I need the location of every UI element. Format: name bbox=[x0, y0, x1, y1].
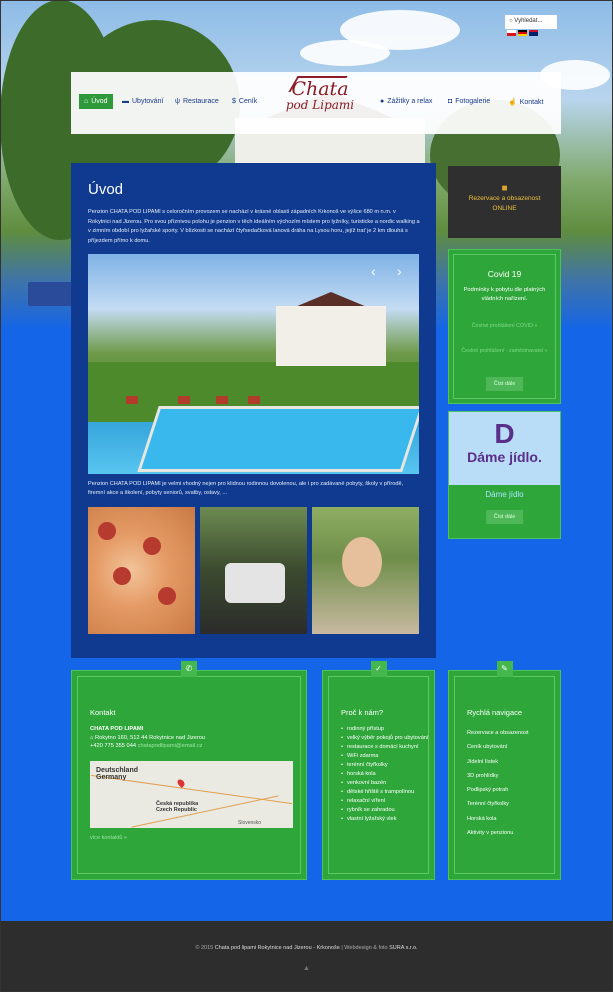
contact-box: ✆ Kontakt CHATA POD LIPAMI ⌂ Rokytno 160… bbox=[71, 661, 307, 880]
quick-link[interactable]: Horská kola bbox=[467, 812, 529, 826]
covid-employer-link[interactable]: Čestné prohlášení - zaměstnavatel » bbox=[459, 347, 550, 355]
quick-navigation-title: Rychlá navigace bbox=[467, 708, 523, 717]
page-title: Úvod bbox=[88, 181, 124, 198]
covid-read-more-button[interactable]: Číst dále bbox=[485, 377, 524, 391]
list-item: venkovní bazén bbox=[341, 779, 428, 788]
camera-icon: ◘ bbox=[448, 98, 453, 105]
nav-item-fotogalerie[interactable]: ◘ Fotogalerie bbox=[448, 98, 490, 105]
logo-roof-icon bbox=[288, 76, 348, 92]
footer-author-link[interactable]: SURA s.r.o. bbox=[389, 945, 417, 951]
slider-next-button[interactable]: › bbox=[397, 263, 402, 279]
location-map[interactable]: Deutschland Germany Česká republika Czech … bbox=[90, 761, 293, 828]
why-us-box: ✓ Proč k nám? rodinný přístup velký výbě… bbox=[322, 661, 435, 880]
quick-link[interactable]: Ceník ubytování bbox=[467, 740, 529, 754]
covid-declaration-link[interactable]: Čestné prohlášení COVID » bbox=[459, 322, 550, 330]
more-contacts-link[interactable]: více kontaktů » bbox=[90, 835, 127, 841]
scroll-to-top-button[interactable]: ▲ bbox=[0, 965, 613, 972]
quick-navigation-box: ✎ Rychlá navigace Rezervace a obsazenost… bbox=[448, 661, 561, 880]
reservation-box[interactable]: ■ Rezervace a obsazenost ONLINE bbox=[448, 166, 561, 238]
list-item: vlastní lyžařský vlek bbox=[341, 815, 428, 824]
main-content: Úvod Penzion CHATA POD LIPAMI s celoročn… bbox=[71, 163, 436, 658]
footer-site-link[interactable]: Chata pod lipami Rokytnice nad Jizerou -… bbox=[215, 945, 340, 951]
leaf-icon: ● bbox=[380, 98, 385, 105]
thumbs-up-icon: ☝ bbox=[508, 99, 517, 106]
chalet-photo bbox=[276, 306, 386, 366]
list-item: rybník se zahradou bbox=[341, 806, 428, 815]
dollar-icon: $ bbox=[232, 98, 236, 105]
bed-icon: ▬ bbox=[122, 98, 129, 105]
quick-link[interactable]: Aktivity v penzionu bbox=[467, 826, 529, 840]
wedding-photo[interactable] bbox=[312, 507, 419, 634]
list-item: restaurace s domácí kuchyní bbox=[341, 743, 428, 752]
list-item: velký výběr pokojů pro ubytování bbox=[341, 734, 429, 743]
pizza-photo[interactable] bbox=[88, 507, 195, 634]
nav-item-restaurace[interactable]: ψ Restaurace bbox=[175, 98, 219, 105]
cart-icon: ■ bbox=[501, 183, 508, 194]
dame-jidlo-title[interactable]: Dáme jídlo bbox=[449, 490, 560, 499]
quick-link[interactable]: Terénní čtyřkolky bbox=[467, 797, 529, 811]
nav-item-ubytovani[interactable]: ▬ Ubytování bbox=[122, 98, 164, 105]
list-item: relaxační víření bbox=[341, 797, 428, 806]
reservation-label: Rezervace a obsazenost bbox=[468, 195, 541, 202]
list-item: rodinný přístup bbox=[341, 725, 428, 734]
nav-item-zazitky[interactable]: ● Zážitky a relax bbox=[380, 98, 432, 105]
quick-navigation-list: Rezervace a obsazenost Ceník ubytování J… bbox=[467, 726, 529, 840]
flag-cs-icon[interactable] bbox=[507, 30, 516, 36]
quad-bike-photo[interactable] bbox=[200, 507, 307, 634]
list-item: WiFi zdarma bbox=[341, 752, 428, 761]
list-item: dětské hřiště s trampolínou bbox=[341, 788, 428, 797]
site-logo[interactable]: Chata pod Lipami bbox=[275, 76, 365, 128]
dame-jidlo-box: D Dáme jídlo. Dáme jídlo Číst dále bbox=[448, 411, 561, 539]
dame-jidlo-logo[interactable]: D Dáme jídlo. bbox=[449, 412, 560, 485]
pool-photo bbox=[137, 406, 419, 472]
nav-item-kontakt[interactable]: ☝ Kontakt bbox=[508, 98, 543, 107]
language-switcher bbox=[507, 30, 538, 36]
check-icon: ✓ bbox=[370, 661, 387, 677]
flag-en-icon[interactable] bbox=[529, 30, 538, 36]
summary-text: Penzion CHATA POD LIPAMI je velmi vhodný… bbox=[88, 481, 404, 496]
nav-item-cenik[interactable]: $ Ceník bbox=[232, 98, 257, 105]
contact-phone[interactable]: +420 775 355 044 bbox=[90, 743, 136, 749]
intro-text: Penzion CHATA POD LIPAMI s celoročním pr… bbox=[88, 209, 420, 244]
quick-link[interactable]: 3D prohlídky bbox=[467, 769, 529, 783]
nav-item-uvod[interactable]: ⌂ Úvod bbox=[79, 94, 113, 109]
footer: © 2015 Chata pod lipami Rokytnice nad Ji… bbox=[0, 921, 613, 992]
why-us-title: Proč k nám? bbox=[341, 708, 384, 717]
phone-icon: ✆ bbox=[181, 661, 197, 677]
quick-link[interactable]: Rezervace a obsazenost bbox=[467, 726, 529, 740]
why-us-list: rodinný přístup velký výběr pokojů pro u… bbox=[341, 725, 429, 824]
contact-title: Kontakt bbox=[90, 708, 116, 717]
dame-jidlo-read-more-button[interactable]: Číst dále bbox=[485, 510, 524, 524]
photo-slider[interactable]: ‹ › bbox=[88, 254, 419, 474]
covid-title: Covid 19 bbox=[487, 269, 522, 279]
photo-thumbnails bbox=[88, 507, 419, 634]
restaurant-icon: ψ bbox=[175, 98, 180, 105]
link-icon: ✎ bbox=[496, 661, 513, 677]
search-input[interactable]: ○ Vyhledat... bbox=[505, 15, 557, 29]
footer-text: © 2015 Chata pod lipami Rokytnice nad Ji… bbox=[195, 945, 418, 951]
reservation-online: ONLINE bbox=[492, 205, 517, 212]
list-item: terénní čtyřkolky bbox=[341, 761, 428, 770]
home-icon: ⌂ bbox=[84, 98, 89, 105]
flag-de-icon[interactable] bbox=[518, 30, 527, 36]
quick-link[interactable]: Jídelní lístek bbox=[467, 755, 529, 769]
slider-prev-button[interactable]: ‹ bbox=[371, 263, 376, 279]
contact-details: CHATA POD LIPAMI ⌂ Rokytno 160, 512 44 R… bbox=[90, 726, 206, 749]
covid-box: Covid 19 Podmínky k pobytu dle platných … bbox=[448, 249, 561, 404]
list-item: horská kola bbox=[341, 770, 428, 779]
contact-email-link[interactable]: chatapodlipami@email.cz bbox=[138, 743, 203, 749]
covid-text: Podmínky k pobytu dle platných vládních … bbox=[463, 287, 546, 302]
quick-link[interactable]: Podlipský potrah bbox=[467, 783, 529, 797]
